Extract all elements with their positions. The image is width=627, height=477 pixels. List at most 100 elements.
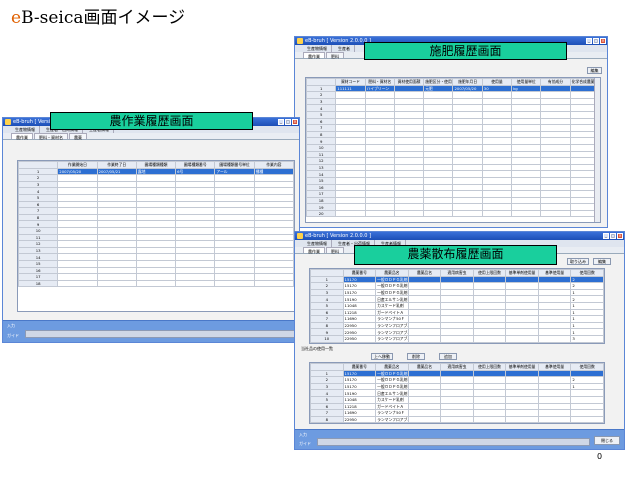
table-cell[interactable] <box>175 220 216 228</box>
table-cell[interactable] <box>135 213 177 222</box>
table-cell[interactable] <box>472 376 507 384</box>
farm-work-table[interactable]: 作業開始日 作業終了日 圃場種類種類 圃場種類番号 圃場種類番号単位 作業内容 1 2007/… <box>17 160 295 312</box>
table-cell[interactable] <box>452 163 483 172</box>
table-cell[interactable] <box>407 275 442 284</box>
table-cell[interactable] <box>452 97 483 106</box>
table-cell[interactable] <box>407 315 442 323</box>
table-cell[interactable] <box>540 143 571 152</box>
table-cell[interactable] <box>511 183 542 192</box>
table-row[interactable]: 18 <box>305 196 601 205</box>
table-cell[interactable] <box>335 176 366 185</box>
table-row[interactable]: 17 <box>17 273 295 281</box>
table-cell[interactable] <box>540 97 571 106</box>
table-cell[interactable]: 11218 <box>342 308 377 317</box>
table-cell[interactable] <box>214 193 255 202</box>
table-cell[interactable] <box>481 170 513 178</box>
table-row[interactable]: 18 <box>17 279 295 288</box>
column-header[interactable]: 施肥年月日 <box>452 78 483 86</box>
table-cell[interactable] <box>214 240 255 248</box>
maximize-icon[interactable]: □ <box>593 38 599 44</box>
table-cell[interactable] <box>481 150 513 159</box>
table-cell[interactable] <box>540 209 571 218</box>
menu-item[interactable]: 生産物情報 <box>303 240 332 247</box>
table-cell[interactable] <box>96 180 137 189</box>
table-cell[interactable]: 日産エルサン乳剤 <box>375 389 409 397</box>
table-cell[interactable] <box>481 209 513 218</box>
table-cell[interactable] <box>505 376 539 384</box>
table-cell[interactable] <box>407 395 442 404</box>
table-cell[interactable] <box>407 415 442 424</box>
table-cell[interactable] <box>57 207 98 215</box>
table-cell[interactable] <box>364 143 395 152</box>
table-cell[interactable] <box>214 180 255 189</box>
table-cell[interactable] <box>423 124 454 132</box>
table-cell[interactable] <box>423 203 454 211</box>
table-cell[interactable] <box>175 233 216 242</box>
table-cell[interactable] <box>407 282 442 290</box>
table-cell[interactable] <box>393 130 425 139</box>
table-cell[interactable] <box>472 275 507 284</box>
title-bar[interactable]: eB-bruh [ Version 2.0.0.0 ] _ □ × <box>295 232 624 240</box>
edit-button[interactable]: 編集 <box>587 67 602 74</box>
table-row[interactable]: 7 11690 ランマンナ50Ｆ 1 <box>310 315 604 323</box>
table-cell[interactable] <box>364 183 395 192</box>
table-cell[interactable] <box>364 137 395 145</box>
table-cell[interactable] <box>540 170 571 178</box>
menu-item[interactable]: 生産物情報 <box>11 126 40 133</box>
table-cell[interactable] <box>214 246 255 255</box>
table-cell[interactable] <box>423 183 454 192</box>
table-cell[interactable] <box>364 157 395 165</box>
table-row[interactable]: 6 <box>17 200 295 209</box>
table-cell[interactable] <box>96 253 137 261</box>
table-row[interactable]: 6 <box>305 117 601 126</box>
table-cell[interactable] <box>335 157 366 165</box>
table-cell[interactable] <box>472 301 507 310</box>
table-row[interactable]: 1 111111 ハイブリーン 元肥 2007/05/20 30 kg <box>305 84 601 93</box>
table-cell[interactable] <box>335 137 366 145</box>
table-cell[interactable] <box>452 117 483 126</box>
column-header[interactable]: 使用回数 <box>570 363 604 371</box>
table-cell[interactable] <box>505 321 539 330</box>
table-cell[interactable]: ランマンフロアブル <box>375 321 409 330</box>
table-row[interactable]: 4 15190 日産エルサン乳剤 2 <box>310 295 604 303</box>
table-cell[interactable]: 15170 <box>342 382 377 391</box>
table-cell[interactable] <box>423 176 454 185</box>
table-cell[interactable] <box>452 196 483 205</box>
table-cell[interactable] <box>335 170 366 178</box>
table-row[interactable]: 12 <box>305 157 601 165</box>
table-cell[interactable] <box>364 117 395 126</box>
table-cell[interactable]: 22950 <box>342 415 377 424</box>
table-cell[interactable] <box>537 328 572 336</box>
table-cell[interactable]: 22950 <box>342 334 377 343</box>
table-cell[interactable] <box>335 130 366 139</box>
table-cell[interactable] <box>407 369 442 378</box>
table-cell[interactable] <box>393 170 425 178</box>
table-cell[interactable] <box>511 157 542 165</box>
table-cell[interactable]: 元肥 <box>423 84 454 93</box>
table-row[interactable]: 10 22950 ランマンフロアブル 3 <box>310 334 604 343</box>
table-cell[interactable]: 2 <box>570 295 604 303</box>
table-cell[interactable] <box>96 187 137 195</box>
table-cell[interactable]: 2007/05/21 <box>96 167 137 176</box>
table-cell[interactable]: カスケード乳剤 <box>375 395 409 404</box>
table-cell[interactable]: 一般ＯＤＰＧ乳剤5.0 <box>375 382 409 391</box>
table-cell[interactable] <box>407 321 442 330</box>
table-cell[interactable] <box>96 259 137 268</box>
table-cell[interactable] <box>472 295 507 303</box>
table-cell[interactable] <box>540 196 571 205</box>
table-cell[interactable] <box>214 187 255 195</box>
table-cell[interactable]: 日産エルサン乳剤 <box>375 295 409 303</box>
table-cell[interactable] <box>253 233 295 242</box>
column-header[interactable]: 圃場種類番号 <box>175 161 216 169</box>
table-cell[interactable] <box>214 226 255 235</box>
table-cell[interactable] <box>472 389 507 397</box>
table-cell[interactable] <box>570 415 604 424</box>
table-cell[interactable] <box>393 84 425 93</box>
table-cell[interactable] <box>505 282 539 290</box>
table-cell[interactable] <box>407 308 442 317</box>
table-row[interactable]: 16 <box>17 266 295 275</box>
table-cell[interactable] <box>135 220 177 228</box>
table-cell[interactable]: 2 <box>570 376 604 384</box>
table-cell[interactable] <box>335 190 366 198</box>
table-cell[interactable]: 露地 <box>135 167 177 176</box>
